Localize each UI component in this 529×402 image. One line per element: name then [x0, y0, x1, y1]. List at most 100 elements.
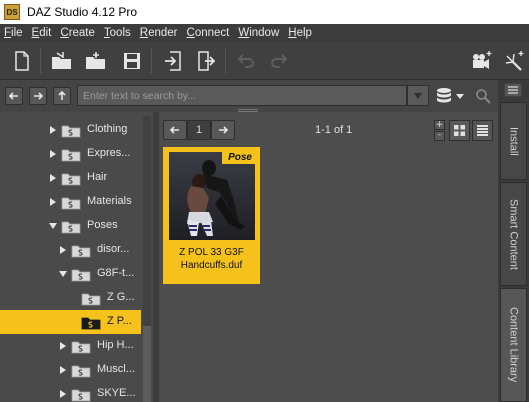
asset-name-line-2: Handcuffs.duf	[180, 260, 243, 271]
redo-icon[interactable]	[268, 50, 290, 72]
menu-connect[interactable]: Connect	[187, 27, 230, 39]
search-input[interactable]	[77, 85, 407, 106]
tree-item[interactable]: SKYE...	[0, 382, 141, 402]
expanded-arrow-icon[interactable]	[59, 269, 67, 279]
add-camera-icon[interactable]	[470, 50, 492, 72]
export-icon[interactable]	[195, 50, 217, 72]
arrow-up-icon	[58, 91, 66, 100]
asset-thumbnail: Pose	[169, 152, 255, 240]
zoom-out-button[interactable]: -	[434, 131, 445, 141]
forward-button[interactable]	[29, 87, 47, 105]
app-logo-icon: DS	[4, 4, 20, 20]
expanded-arrow-icon[interactable]	[49, 221, 57, 231]
pose-badge: Pose	[222, 152, 255, 164]
arrow-left-icon	[170, 126, 179, 134]
new-file-icon[interactable]	[11, 50, 33, 72]
asset-name: Z POL 33 G3F Handcuffs.duf	[163, 246, 260, 272]
folder-tree: Clothing Expres... Hair Materials Poses disor…	[0, 116, 153, 402]
asset-name-line-1: Z POL 33 G3F	[179, 247, 244, 258]
grid-view-icon	[454, 125, 465, 136]
add-light-icon[interactable]	[503, 50, 525, 72]
tree-item-label: Materials	[87, 195, 132, 207]
daz-studio-window: DS DAZ Studio 4.12 Pro File Edit Create …	[0, 0, 529, 402]
pose-preview-image	[169, 152, 255, 240]
tree-item-label: Hair	[87, 171, 108, 183]
tab-smart-content[interactable]: Smart Content	[500, 182, 527, 286]
tree-scrollbar-thumb[interactable]	[143, 326, 151, 402]
back-button[interactable]	[5, 87, 23, 105]
main-toolbar	[0, 42, 529, 80]
tree-item[interactable]: Hair	[0, 166, 141, 190]
smart-folder-icon	[61, 171, 81, 186]
chevron-down-icon	[414, 92, 422, 99]
asset-tile[interactable]: Pose Z POL 33 G3F Handcuffs.duf	[163, 147, 260, 284]
smart-folder-icon	[61, 195, 81, 210]
tree-item[interactable]: G8F-t...	[0, 262, 141, 286]
menu-window[interactable]: Window	[238, 27, 279, 39]
smart-folder-icon	[71, 387, 91, 402]
smart-folder-icon	[81, 291, 101, 306]
content-header: 1 1-1 of 1 + -	[159, 116, 498, 142]
page-number-field[interactable]: 1	[187, 120, 211, 140]
content-pane: 1 1-1 of 1 + - Pose Z POL 33 G3F Handcuf…	[159, 112, 498, 402]
tree-item-label: Clothing	[87, 123, 128, 135]
icon-view-button[interactable]	[449, 120, 470, 141]
window-title: DAZ Studio 4.12 Pro	[27, 5, 138, 19]
search-button[interactable]	[472, 85, 494, 106]
menu-help[interactable]: Help	[288, 27, 312, 39]
tree-item[interactable]: Z G...	[0, 286, 141, 310]
collapsed-arrow-icon[interactable]	[59, 389, 67, 399]
smart-folder-icon	[71, 243, 91, 258]
save-icon[interactable]	[121, 50, 143, 72]
next-page-button[interactable]	[211, 120, 235, 140]
tree-item-label: Hip H...	[97, 339, 134, 351]
collapsed-arrow-icon[interactable]	[49, 173, 57, 183]
menu-file[interactable]: File	[4, 27, 23, 39]
tab-content-library[interactable]: Content Library	[500, 288, 527, 402]
collapsed-arrow-icon[interactable]	[49, 197, 57, 207]
arrow-right-icon	[34, 92, 43, 100]
content-library-search-bar	[0, 80, 498, 112]
tree-item-label: disor...	[97, 243, 130, 255]
pane-menu-icon[interactable]	[504, 83, 522, 97]
collapsed-arrow-icon[interactable]	[59, 341, 67, 351]
tree-item[interactable]: Hip H...	[0, 334, 141, 358]
collapsed-arrow-icon[interactable]	[59, 245, 67, 255]
tree-item[interactable]: Z P...	[0, 310, 141, 334]
tree-item[interactable]: Poses	[0, 214, 141, 238]
up-level-button[interactable]	[53, 87, 71, 105]
menu-bar: File Edit Create Tools Render Connect Wi…	[0, 24, 529, 42]
database-menu-button[interactable]	[433, 85, 469, 106]
database-icon	[437, 87, 464, 102]
tree-item-label: SKYE...	[97, 387, 136, 399]
collapsed-arrow-icon[interactable]	[49, 149, 57, 159]
arrow-right-icon	[219, 126, 228, 134]
previous-page-button[interactable]	[163, 120, 187, 140]
list-view-icon	[477, 125, 488, 136]
tree-item[interactable]: Clothing	[0, 118, 141, 142]
menu-edit[interactable]: Edit	[32, 27, 52, 39]
result-count: 1-1 of 1	[315, 124, 353, 136]
tree-item[interactable]: disor...	[0, 238, 141, 262]
smart-folder-icon	[61, 123, 81, 138]
tab-install[interactable]: Install	[500, 102, 527, 180]
open-folder-icon[interactable]	[51, 50, 73, 72]
tree-item[interactable]: Muscl...	[0, 358, 141, 382]
collapsed-arrow-icon[interactable]	[59, 365, 67, 375]
import-icon[interactable]	[162, 50, 184, 72]
search-options-dropdown[interactable]	[407, 85, 429, 106]
search-icon	[476, 88, 491, 104]
tree-item[interactable]: Expres...	[0, 142, 141, 166]
tree-item[interactable]: Materials	[0, 190, 141, 214]
smart-folder-icon	[61, 147, 81, 162]
toolbar-separator	[40, 48, 41, 74]
menu-create[interactable]: Create	[60, 27, 95, 39]
collapsed-arrow-icon[interactable]	[49, 125, 57, 135]
menu-render[interactable]: Render	[140, 27, 178, 39]
list-view-button[interactable]	[472, 120, 493, 141]
merge-folder-icon[interactable]	[85, 50, 107, 72]
smart-folder-icon	[61, 219, 81, 234]
zoom-in-button[interactable]: +	[434, 120, 445, 130]
menu-tools[interactable]: Tools	[104, 27, 131, 39]
undo-icon[interactable]	[235, 50, 257, 72]
